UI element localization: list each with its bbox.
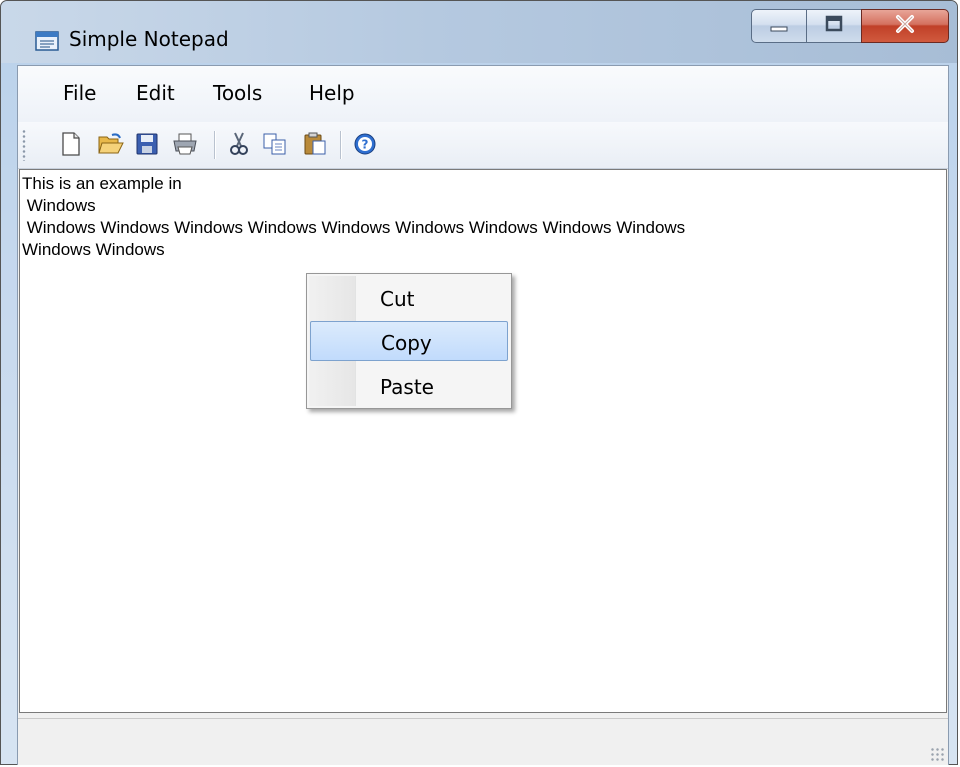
copy-pages-icon[interactable] <box>262 131 288 157</box>
svg-text:?: ? <box>362 138 369 152</box>
context-menu: Cut Copy Paste <box>306 273 512 409</box>
resize-grip[interactable] <box>930 747 944 761</box>
menu-bar: File Edit Tools Help <box>18 66 948 122</box>
text-editor[interactable]: This is an example in Windows Windows Wi… <box>19 169 947 713</box>
client-area: File Edit Tools Help ? This is an exampl… <box>17 65 949 765</box>
menu-tools[interactable]: Tools <box>213 81 262 105</box>
toolbar: ? <box>18 122 948 169</box>
menu-file[interactable]: File <box>63 81 96 105</box>
window-title: Simple Notepad <box>69 27 229 51</box>
menu-edit[interactable]: Edit <box>136 81 175 105</box>
menu-help[interactable]: Help <box>309 81 355 105</box>
context-menu-copy[interactable]: Copy <box>310 321 508 361</box>
status-bar <box>18 718 948 765</box>
paste-clipboard-icon[interactable] <box>302 131 328 157</box>
maximize-icon <box>824 15 844 37</box>
title-bar[interactable]: Simple Notepad <box>1 1 957 63</box>
toolbar-separator <box>214 131 216 159</box>
close-icon <box>894 14 916 38</box>
editor-line: Windows <box>22 196 96 215</box>
maximize-button[interactable] <box>806 9 862 43</box>
context-menu-cut-label: Cut <box>380 287 415 311</box>
context-menu-cut[interactable]: Cut <box>310 278 508 318</box>
notepad-app-icon[interactable] <box>35 29 59 51</box>
minimize-icon <box>769 17 789 36</box>
toolbar-grip[interactable] <box>22 129 26 161</box>
open-folder-icon[interactable] <box>98 131 124 157</box>
minimize-button[interactable] <box>751 9 807 43</box>
context-menu-paste[interactable]: Paste <box>310 366 508 406</box>
context-menu-copy-label: Copy <box>381 331 432 355</box>
scissors-icon[interactable] <box>226 131 252 157</box>
editor-line: Windows Windows <box>22 240 165 259</box>
save-disk-icon[interactable] <box>134 131 160 157</box>
close-button[interactable] <box>861 9 949 43</box>
editor-line: This is an example in <box>22 174 182 193</box>
editor-line: Windows Windows Windows Windows Windows … <box>22 218 686 237</box>
help-circle-icon[interactable]: ? <box>352 131 378 157</box>
printer-icon[interactable] <box>172 131 198 157</box>
context-menu-paste-label: Paste <box>380 375 434 399</box>
toolbar-separator <box>340 131 342 159</box>
new-document-icon[interactable] <box>58 131 84 157</box>
